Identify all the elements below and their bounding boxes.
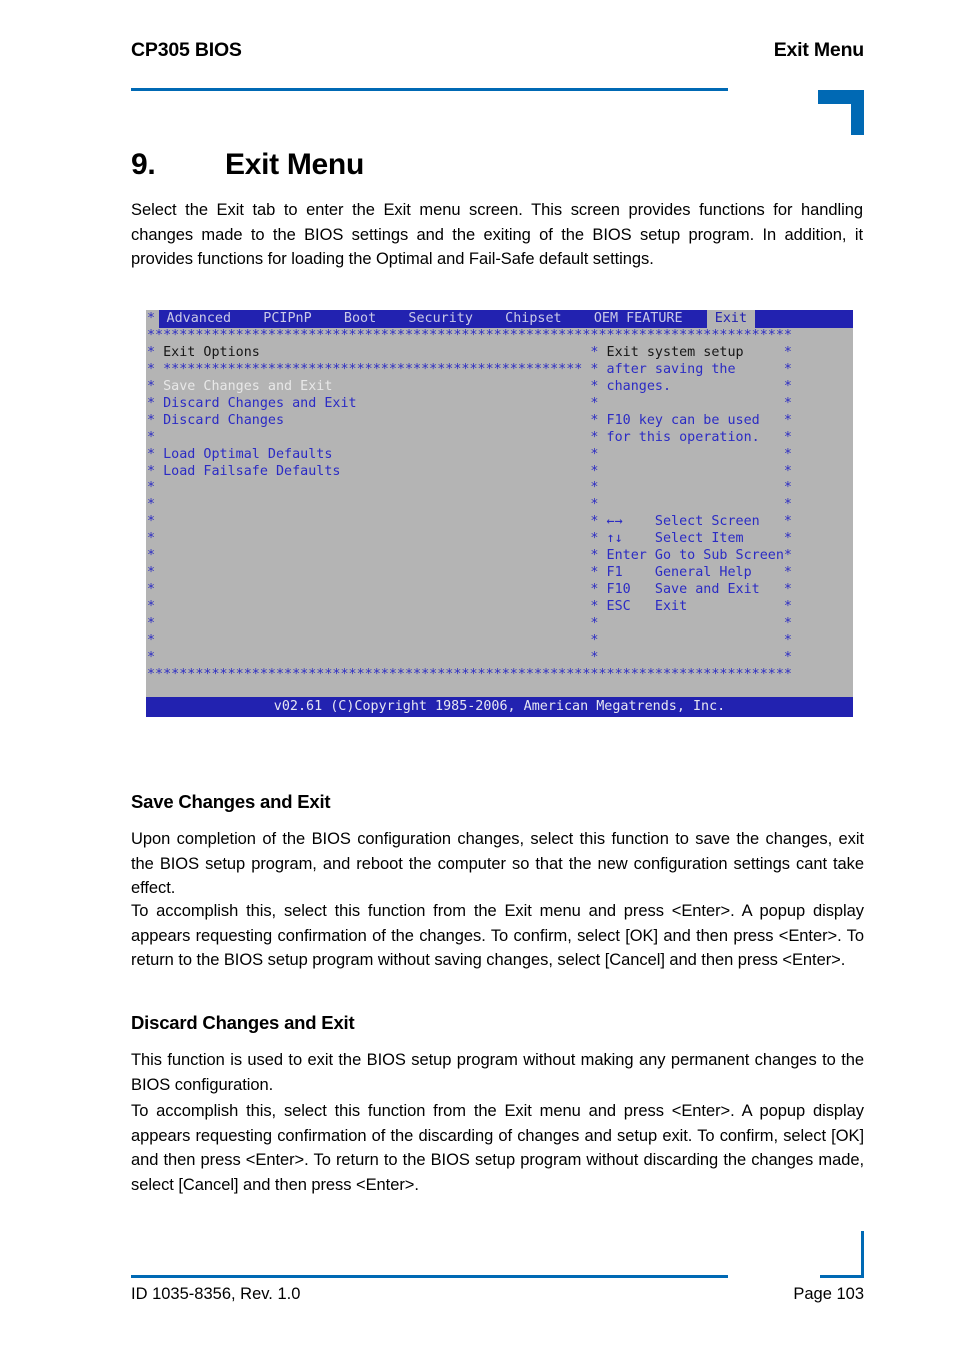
bios-tab-exit[interactable]: Exit [706,310,756,328]
bios-text-line: * Load Optimal Defaults * * [147,446,792,462]
header-chapter-title: Exit Menu [773,39,864,61]
bios-text-line: ****************************************… [147,666,792,682]
page-footer: ID 1035-8356, Rev. 1.0 Page 103 [0,1230,954,1350]
bios-text-line: * * F10 Save and Exit * [147,582,792,598]
bios-tab-strip: Advanced PCIPnP Boot Security Chipset OE… [158,310,853,328]
footer-mark-bar [820,1275,864,1278]
bios-tab-list[interactable]: Advanced PCIPnP Boot Security Chipset OE… [159,310,707,328]
bios-status-bar: v02.61 (C)Copyright 1985-2006, American … [146,697,853,717]
bios-text-line: * * ←→ Select Screen * [147,514,792,530]
bios-text-line: * Save Changes and Exit * changes. * [147,378,792,394]
bios-text-line: * * ↑↓ Select Item * [147,531,792,547]
bios-text-line: * * ESC Exit * [147,599,792,614]
header-rule [131,88,728,91]
section-discard-paragraph-2: To accomplish this, select this function… [131,1102,864,1194]
bios-text-line: * **************************************… [147,361,792,377]
footer-mark-stem [861,1231,864,1278]
section-heading-save-changes-and-exit: Save Changes and Exit [131,791,331,812]
bios-text-line: * * * [147,480,792,496]
bios-border-star: * [147,311,156,326]
footer-corner-mark-icon [820,1231,864,1278]
corner-mark-stem [851,90,864,135]
page-header: CP305 BIOS Exit Menu [0,0,954,135]
bios-body: ****************************************… [146,328,853,684]
bios-text-line: * Exit Options * Exit system setup * [147,344,792,360]
section-heading-discard-changes-and-exit: Discard Changes and Exit [131,1012,355,1033]
bios-text-line: * Discard Changes * F10 key can be used … [147,412,792,428]
section-discard-paragraph-1: This function is used to exit the BIOS s… [131,1051,864,1094]
page-title: 9. Exit Menu [131,148,364,182]
chapter-number: 9. [131,148,156,181]
footer-rule [131,1275,728,1278]
footer-page-number: Page 103 [793,1285,864,1303]
bios-text-line: * * * [147,649,792,665]
section-save-paragraph-2: To accomplish this, select this function… [131,902,864,970]
bios-text-line: * Discard Changes and Exit * * [147,395,792,411]
section-save-paragraph-1: Upon completion of the BIOS configuratio… [131,830,864,898]
intro-paragraph: Select the Exit tab to enter the Exit me… [131,201,863,269]
header-document-title: CP305 BIOS [131,39,242,61]
chapter-title: Exit Menu [225,148,364,181]
header-corner-mark-icon [818,90,864,135]
bios-text-line: ****************************************… [147,328,792,343]
bios-text-line: * * * [147,497,792,513]
bios-setup-screenshot: * Advanced PCIPnP Boot Security Chipset … [146,310,853,717]
bios-text-line: * * * [147,615,792,631]
bios-text-line: * * for this operation. * [147,429,792,445]
footer-document-id: ID 1035-8356, Rev. 1.0 [131,1285,301,1303]
bios-text-line: * * * [147,632,792,648]
bios-tab-bar: * Advanced PCIPnP Boot Security Chipset … [146,310,853,328]
bios-text-line: * * F1 General Help * [147,565,792,581]
bios-text-line: * * Enter Go to Sub Screen* [147,548,792,564]
bios-text-line: * Load Failsafe Defaults * * [147,463,792,479]
